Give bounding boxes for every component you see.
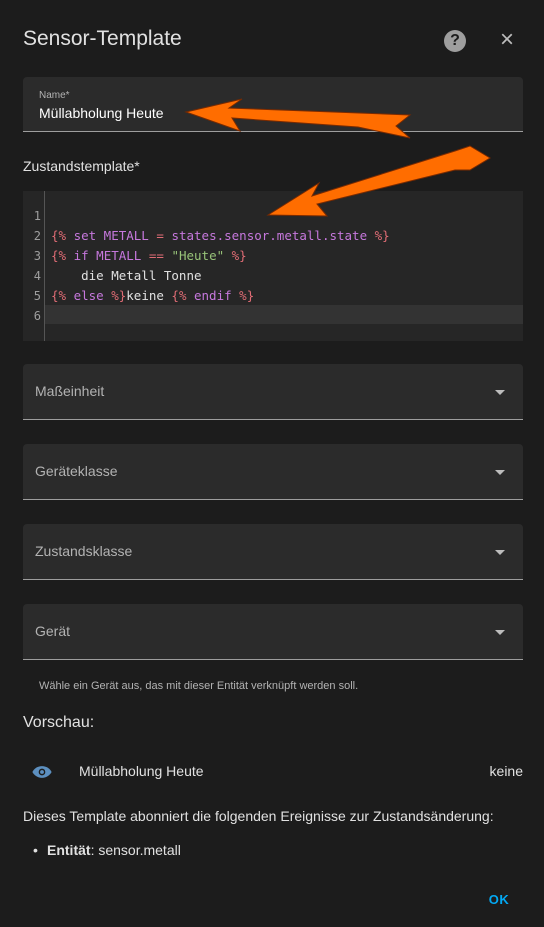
active-line-highlight [45,305,523,324]
chevron-down-icon [495,470,505,475]
device-select-label: Gerät [35,623,71,639]
events-description: Dieses Template abonniert die folgenden … [23,808,494,824]
events-list: • Entität: sensor.metall [33,842,181,858]
template-section-label: Zustandstemplate* [23,158,140,174]
line-number: 5 [33,289,41,303]
chevron-down-icon [495,630,505,635]
device-hint: Wähle ein Gerät aus, das mit dieser Enti… [39,680,359,692]
code-token: "Heute" [171,248,225,263]
code-token: {% [171,288,194,303]
code-line: die Metall Tonne [51,268,202,283]
code-token: {% [51,288,74,303]
help-icon[interactable]: ? [444,30,466,52]
code-line: {% set METALL = states.sensor.metall.sta… [51,228,390,243]
dialog-title: Sensor-Template [23,27,182,50]
line-number: 4 [33,269,41,283]
code-token: METALL [88,248,149,263]
unit-select-label: Maßeinheit [35,383,105,399]
template-code-editor[interactable]: 1 2 3 4 5 6 {% set METALL = states.sensor.met… [23,191,523,341]
code-token: == [148,248,172,263]
code-token: endif [194,288,232,303]
ok-button[interactable]: OK [482,890,516,910]
device-select[interactable]: Gerät [23,604,523,660]
name-field-value[interactable]: Müllabholung Heute [39,105,164,121]
preview-state: keine [489,763,523,779]
preview-entity-name: Müllabholung Heute [79,763,204,779]
code-token: if [73,248,89,263]
eye-icon [32,766,52,778]
chevron-down-icon [495,390,505,395]
event-value: : sensor.metall [90,842,181,858]
chevron-down-icon [495,550,505,555]
device-class-select[interactable]: Geräteklasse [23,444,523,500]
name-field[interactable]: Name* Müllabholung Heute [23,77,523,132]
unit-select[interactable]: Maßeinheit [23,364,523,420]
line-number: 2 [33,229,41,243]
code-token: %} [367,228,390,243]
preview-title: Vorschau: [23,714,95,731]
code-token: METALL [96,228,157,243]
code-token: set [73,228,97,243]
line-number: 6 [33,309,41,323]
line-number: 3 [33,249,41,263]
code-token: %} [103,288,127,303]
code-line: {% else %}keine {% endif %} [51,288,254,303]
code-token: {% [51,248,74,263]
sensor-template-dialog: Sensor-Template ? × Name* Müllabholung H… [0,0,544,927]
code-token: {% [51,228,74,243]
code-token: else [73,288,104,303]
code-line: {% if METALL == "Heute" %} [51,248,247,263]
event-label: Entität [47,842,91,858]
line-number: 1 [33,209,41,223]
code-token: = [156,228,172,243]
line-number-gutter: 1 2 3 4 5 6 [23,191,45,341]
device-class-select-label: Geräteklasse [35,463,118,479]
state-class-select[interactable]: Zustandsklasse [23,524,523,580]
code-token: die Metall Tonne [51,268,202,283]
code-token: keine [126,288,172,303]
state-class-select-label: Zustandsklasse [35,543,133,559]
bullet: • [33,842,38,858]
code-token: %} [231,288,255,303]
close-icon[interactable]: × [496,28,518,52]
name-field-label: Name* [39,90,70,101]
code-token: states.sensor.metall.state [171,228,368,243]
code-token: %} [224,248,247,263]
